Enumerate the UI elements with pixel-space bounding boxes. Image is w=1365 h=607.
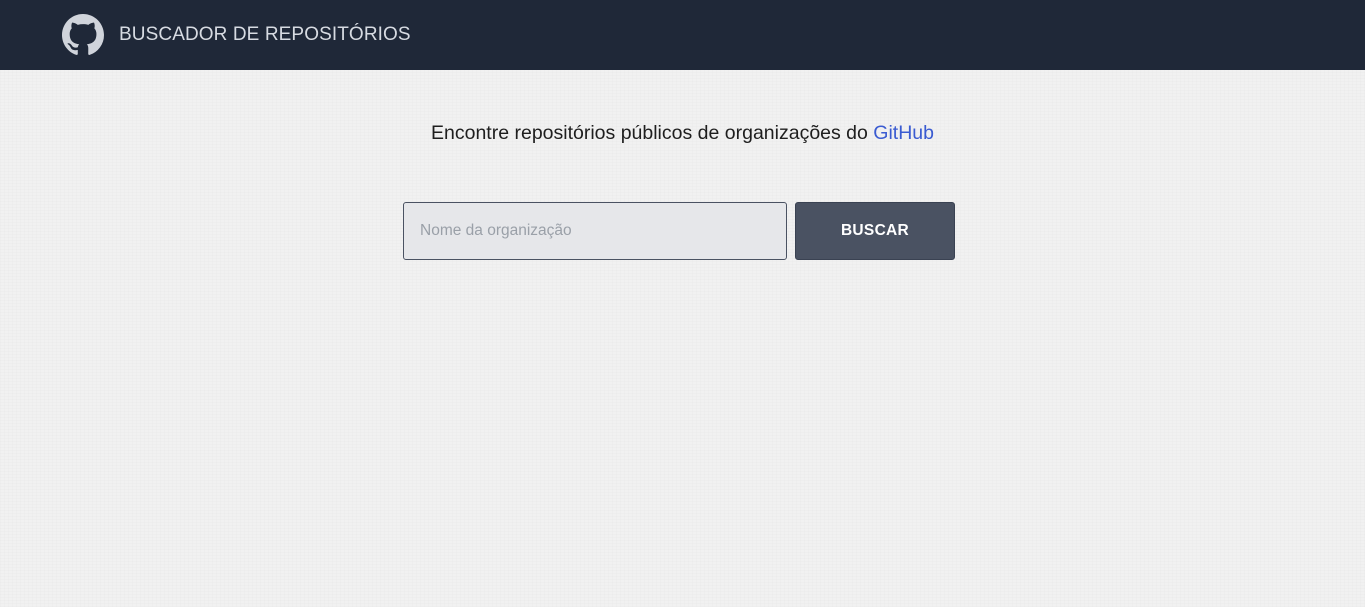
github-link[interactable]: GitHub [873, 122, 934, 144]
github-logo-icon[interactable] [62, 14, 104, 56]
app-title[interactable]: BUSCADOR DE REPOSITÓRIOS [119, 22, 411, 48]
organization-search-input[interactable] [403, 202, 787, 260]
navbar: BUSCADOR DE REPOSITÓRIOS [0, 0, 1365, 70]
intro-text: Encontre repositórios públicos de organi… [0, 120, 1365, 146]
intro-sentence: Encontre repositórios públicos de organi… [431, 122, 874, 144]
search-button[interactable]: BUSCAR [795, 202, 955, 260]
